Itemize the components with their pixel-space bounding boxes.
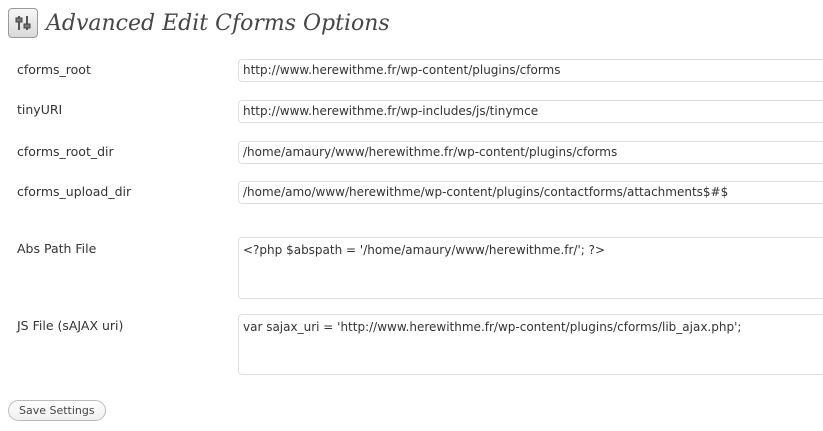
settings-sliders-icon xyxy=(8,8,38,38)
field-label-cforms-upload-dir: cforms_upload_dir xyxy=(17,184,132,199)
page-title: Advanced Edit Cforms Options xyxy=(46,10,390,36)
field-label-cforms-root-dir: cforms_root_dir xyxy=(17,144,114,159)
field-label-js-file: JS File (sAJAX uri) xyxy=(17,318,124,333)
field-label-abs-path-file: Abs Path File xyxy=(17,241,97,256)
field-label-tinyuri: tinyURI xyxy=(17,102,63,117)
save-settings-button[interactable]: Save Settings xyxy=(8,400,106,421)
cforms-root-dir-input[interactable]: /home/amaury/www/herewithme.fr/wp-conten… xyxy=(238,141,823,164)
js-file-textarea[interactable]: var sajax_uri = 'http://www.herewithme.f… xyxy=(238,314,823,375)
cforms-upload-dir-input[interactable]: /home/amo/www/herewithme/wp-content/plug… xyxy=(238,181,823,204)
options-page: Advanced Edit Cforms Options cforms_root… xyxy=(0,0,823,431)
field-label-cforms-root: cforms_root xyxy=(17,62,91,77)
page-header: Advanced Edit Cforms Options xyxy=(8,6,390,40)
tinyuri-input[interactable]: http://www.herewithme.fr/wp-includes/js/… xyxy=(238,100,823,123)
abs-path-file-textarea[interactable]: <?php $abspath = '/home/amaury/www/herew… xyxy=(238,237,823,299)
cforms-root-input[interactable]: http://www.herewithme.fr/wp-content/plug… xyxy=(238,59,823,82)
